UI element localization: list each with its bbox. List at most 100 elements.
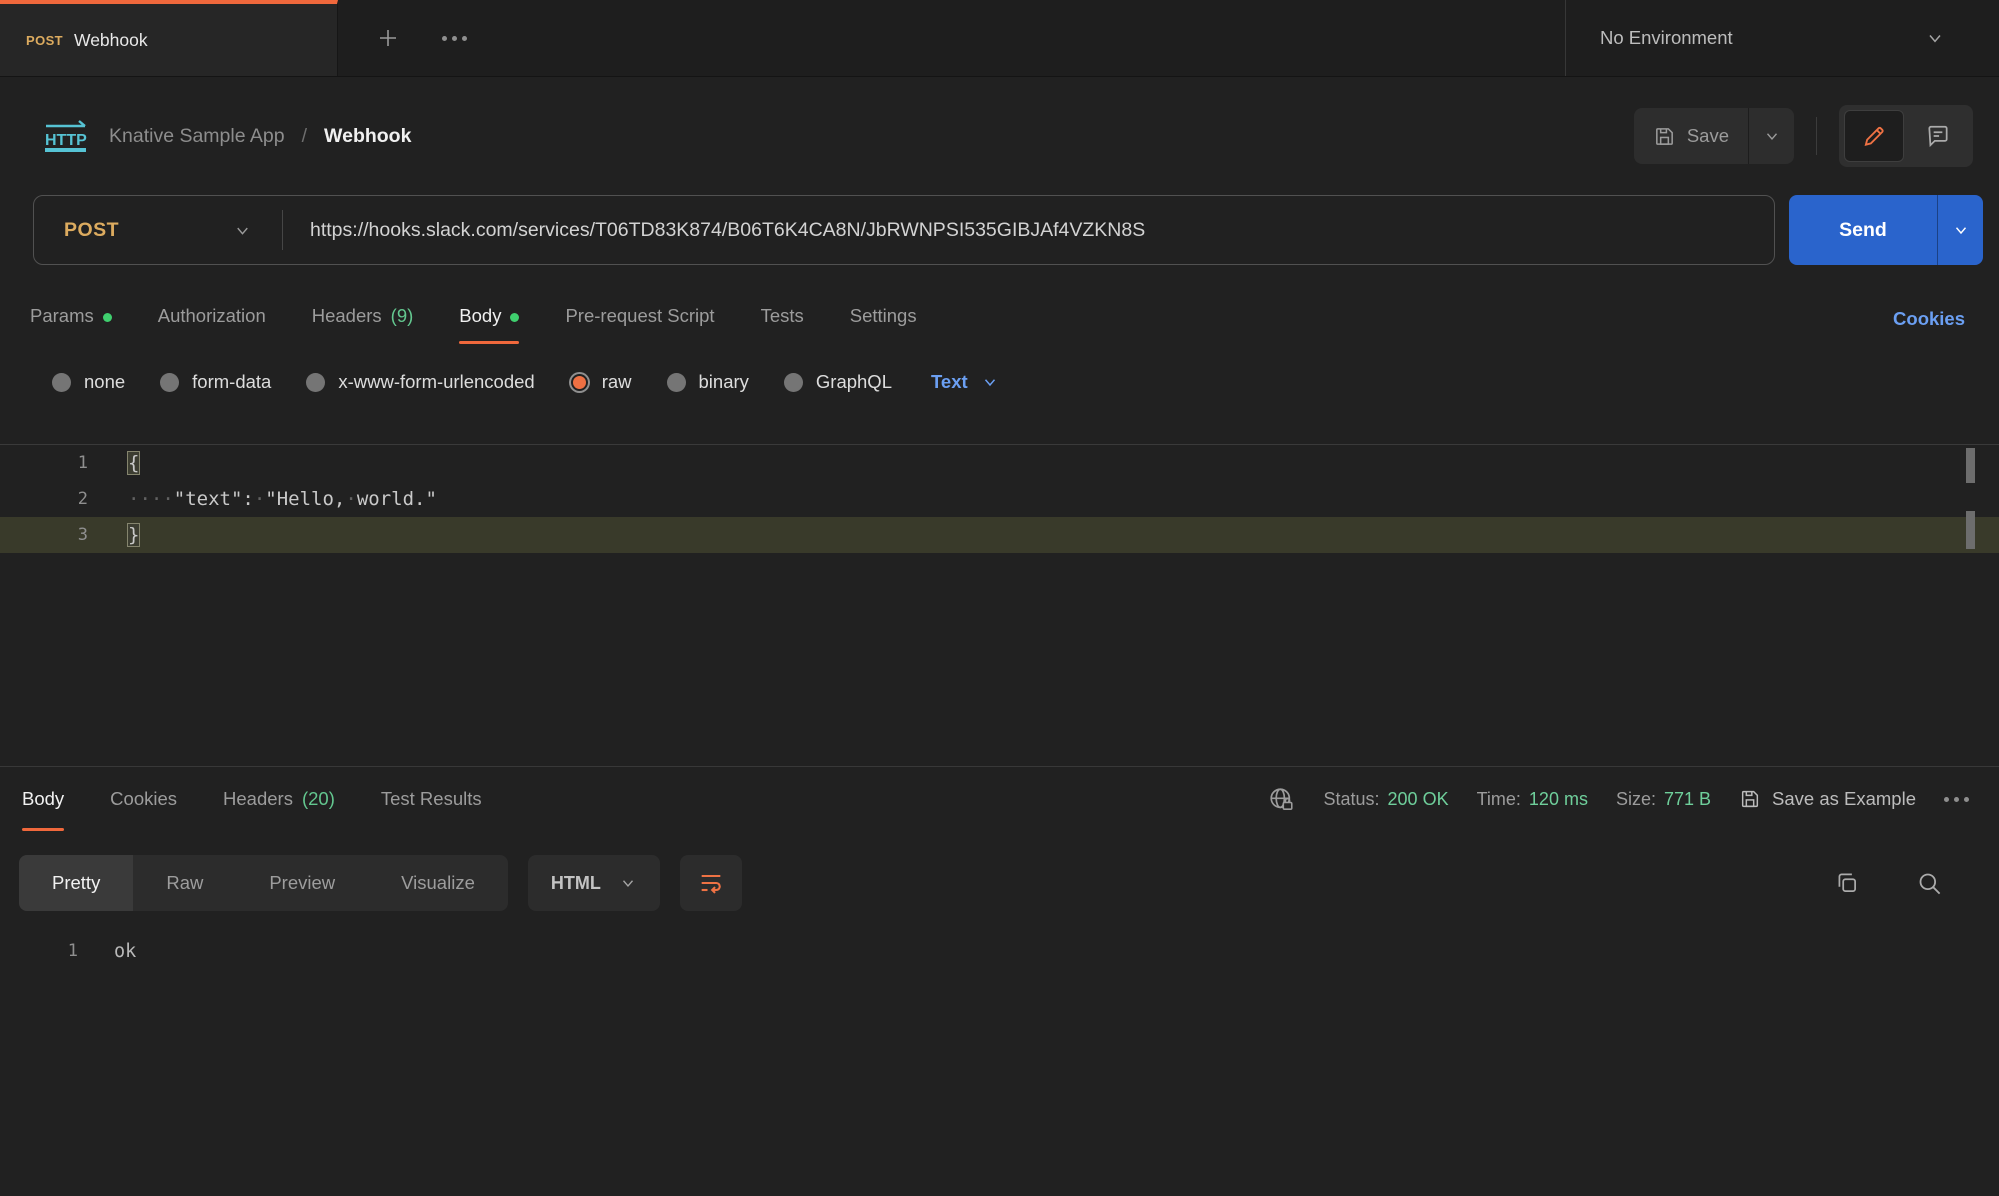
request-url-row: POST https://hooks.slack.com/services/T0…: [0, 195, 1999, 265]
tab-params[interactable]: Params: [30, 295, 112, 344]
response-tab-cookies-label: Cookies: [110, 788, 177, 810]
wrap-text-button[interactable]: [680, 855, 742, 911]
http-request-icon: HTTP: [40, 118, 92, 154]
close-brace: }: [128, 524, 139, 546]
response-tab-headers-label: Headers: [223, 788, 293, 810]
line-number: 2: [0, 489, 88, 509]
line-number: 1: [0, 941, 78, 961]
tab-authorization[interactable]: Authorization: [158, 295, 266, 344]
request-tab-bar: POST Webhook No Environment: [0, 0, 1999, 77]
tab-method-label: POST: [26, 33, 63, 48]
tab-settings[interactable]: Settings: [850, 295, 917, 344]
tab-body[interactable]: Body: [459, 295, 519, 344]
view-raw[interactable]: Raw: [133, 855, 236, 911]
comments-button[interactable]: [1908, 110, 1968, 162]
chevron-down-icon: [1925, 28, 1945, 48]
tab-body-label: Body: [459, 305, 501, 327]
svg-text:HTTP: HTTP: [45, 132, 87, 149]
raw-language-selector[interactable]: Text: [931, 371, 999, 393]
send-options-button[interactable]: [1937, 195, 1983, 265]
search-icon[interactable]: [1916, 870, 1943, 897]
network-globe-lock-icon[interactable]: [1267, 785, 1296, 814]
response-pane: Body Cookies Headers (20) Test Results: [0, 766, 1999, 969]
radio-graphql[interactable]: GraphQL: [784, 371, 892, 393]
size-badge[interactable]: Size: 771 B: [1616, 789, 1711, 810]
wrap-text-icon: [697, 869, 725, 897]
response-tab-cookies[interactable]: Cookies: [110, 767, 177, 831]
response-tab-test-results[interactable]: Test Results: [381, 767, 482, 831]
editor-scrollbar-mark[interactable]: [1966, 448, 1975, 483]
response-format-selector[interactable]: HTML: [528, 855, 660, 911]
response-body[interactable]: 1 ok: [0, 933, 1999, 969]
response-options-button[interactable]: [1944, 797, 1969, 802]
pane-toggle-group: [1839, 105, 1973, 167]
breadcrumb: HTTP Knative Sample App / Webhook: [40, 118, 411, 154]
editor-line-1: 1 {: [0, 445, 1999, 481]
save-button[interactable]: Save: [1634, 108, 1748, 164]
time-badge[interactable]: Time: 120 ms: [1477, 789, 1588, 810]
environment-selector[interactable]: No Environment: [1565, 0, 1999, 76]
breadcrumb-request-name[interactable]: Webhook: [324, 125, 411, 148]
response-format-value: HTML: [551, 873, 601, 894]
body-type-selector: none form-data x-www-form-urlencoded raw…: [0, 360, 1999, 404]
tab-tests-label: Tests: [761, 305, 804, 327]
status-value: 200 OK: [1388, 789, 1449, 810]
edit-request-button[interactable]: [1844, 110, 1904, 162]
tab-tests[interactable]: Tests: [761, 295, 804, 344]
save-options-button[interactable]: [1748, 108, 1794, 164]
raw-language-value: Text: [931, 371, 968, 393]
editor-scrollbar-mark[interactable]: [1966, 511, 1975, 549]
url-input[interactable]: https://hooks.slack.com/services/T06TD83…: [283, 219, 1774, 242]
radio-form-data[interactable]: form-data: [160, 371, 271, 393]
send-button[interactable]: Send: [1789, 195, 1937, 265]
tab-title: Webhook: [74, 30, 148, 51]
radio-graphql-label: GraphQL: [816, 371, 892, 393]
headers-count: (9): [391, 305, 414, 327]
tab-webhook[interactable]: POST Webhook: [0, 0, 338, 76]
new-tab-button[interactable]: [376, 26, 400, 50]
tab-headers-label: Headers: [312, 305, 382, 327]
save-icon: [1739, 788, 1761, 810]
copy-icon[interactable]: [1834, 870, 1860, 896]
comment-icon: [1925, 123, 1951, 149]
radio-raw[interactable]: raw: [570, 371, 632, 393]
response-tab-headers[interactable]: Headers (20): [223, 767, 335, 831]
request-toolbar: HTTP Knative Sample App / Webhook Save: [0, 77, 1999, 195]
radio-binary[interactable]: binary: [667, 371, 749, 393]
radio-circle: [667, 373, 686, 392]
response-text: ok: [78, 941, 136, 962]
response-header: Body Cookies Headers (20) Test Results: [0, 767, 1999, 831]
editor-line-2: 2 ····"text":·"Hello,·world.": [0, 481, 1999, 517]
tab-options-button[interactable]: [442, 36, 467, 41]
method-selector[interactable]: POST: [34, 219, 282, 242]
body-modified-dot: [510, 313, 519, 322]
request-section-tabs: Params Authorization Headers (9) Body Pr…: [0, 295, 1999, 344]
tab-headers[interactable]: Headers (9): [312, 295, 414, 344]
chevron-down-icon: [1763, 127, 1781, 145]
view-visualize[interactable]: Visualize: [368, 855, 508, 911]
line-number: 1: [0, 453, 88, 473]
params-modified-dot: [103, 313, 112, 322]
response-meta: Status: 200 OK Time: 120 ms Size: 771 B …: [1267, 785, 1970, 814]
tab-pre-request-script[interactable]: Pre-request Script: [565, 295, 714, 344]
cookies-link[interactable]: Cookies: [1893, 308, 1965, 344]
radio-x-www-form-urlencoded[interactable]: x-www-form-urlencoded: [306, 371, 534, 393]
radio-raw-label: raw: [602, 371, 632, 393]
editor-line-3-current: 3 }: [0, 517, 1999, 553]
request-body-editor[interactable]: 1 { 2 ····"text":·"Hello,·world." 3 }: [0, 444, 1999, 766]
response-tab-body[interactable]: Body: [22, 767, 64, 831]
status-badge[interactable]: Status: 200 OK: [1324, 789, 1449, 810]
breadcrumb-collection[interactable]: Knative Sample App: [109, 125, 285, 148]
tab-pre-request-script-label: Pre-request Script: [565, 305, 714, 327]
view-preview[interactable]: Preview: [236, 855, 368, 911]
save-split-button: Save: [1634, 108, 1794, 164]
breadcrumb-separator: /: [302, 125, 307, 148]
response-line-1: 1 ok: [0, 933, 1999, 969]
save-icon: [1653, 125, 1676, 148]
view-pretty[interactable]: Pretty: [19, 855, 133, 911]
save-as-example-button[interactable]: Save as Example: [1739, 788, 1916, 810]
chevron-down-icon: [619, 874, 637, 892]
radio-none[interactable]: none: [52, 371, 125, 393]
tab-authorization-label: Authorization: [158, 305, 266, 327]
line-code: }: [88, 524, 139, 546]
